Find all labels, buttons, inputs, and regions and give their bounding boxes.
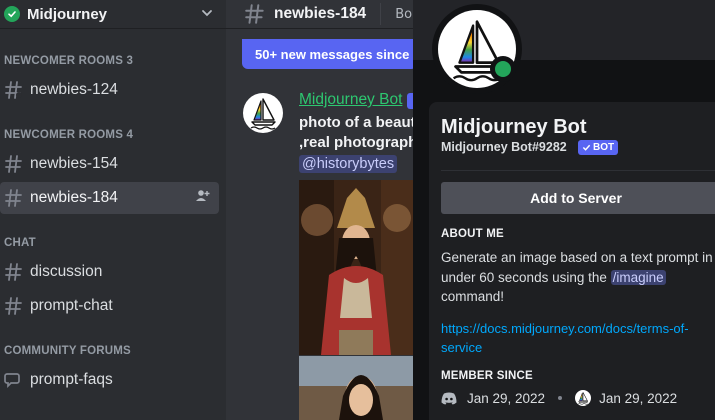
server-member-since: Jan 29, 2022: [599, 390, 678, 406]
thread-hash-icon: [4, 296, 24, 316]
hash-icon: [4, 262, 24, 282]
about-me-heading: ABOUT ME: [441, 228, 504, 240]
discord-logo-icon: [441, 392, 457, 405]
user-mention[interactable]: @historybytes: [299, 155, 398, 173]
sailboat-logo-icon: [243, 93, 283, 133]
thread-hash-icon: [4, 188, 24, 208]
verified-bot-tag: BOT: [578, 140, 619, 155]
profile-divider: [441, 170, 715, 171]
channel-discussion[interactable]: discussion: [0, 256, 219, 288]
channel-title: newbies-184: [274, 5, 367, 22]
sailboat-logo-icon: [575, 390, 591, 406]
online-status-icon: [495, 61, 511, 77]
channel-label: prompt-chat: [30, 297, 113, 314]
category-community-forums[interactable]: COMMUNITY FORUMS: [4, 345, 131, 357]
message-text-line-1: photo of a beaut: [299, 114, 416, 131]
category-newcomer-rooms-4[interactable]: NEWCOMER ROOMS 4: [4, 129, 133, 141]
channel-label: discussion: [30, 263, 103, 280]
category-newcomer-rooms-3[interactable]: NEWCOMER ROOMS 3: [4, 55, 133, 67]
category-chat[interactable]: CHAT: [4, 237, 36, 249]
chevron-down-icon[interactable]: [200, 5, 214, 24]
verified-check-icon: [4, 6, 20, 22]
channel-topic: Bo: [395, 6, 413, 22]
channel-label: newbies-184: [30, 189, 118, 206]
thread-hash-icon: [244, 3, 266, 25]
profile-display-name: Midjourney Bot: [441, 116, 587, 138]
member-since-heading: MEMBER SINCE: [441, 370, 533, 382]
forum-icon: [4, 370, 24, 390]
channel-newbies-154[interactable]: newbies-154: [0, 148, 219, 180]
user-profile-popout: Midjourney Bot Midjourney Bot#9282 BOT A…: [413, 0, 715, 420]
message-avatar[interactable]: [243, 93, 283, 133]
server-icon: [575, 390, 592, 406]
discord-member-since: Jan 29, 2022: [467, 390, 546, 406]
thread-hash-icon: [4, 80, 24, 100]
header-divider: [380, 3, 382, 25]
generated-image-1[interactable]: [299, 180, 414, 355]
channel-prompt-faqs[interactable]: prompt-faqs: [0, 364, 219, 396]
channel-label: newbies-154: [30, 155, 118, 172]
bot-tag-label: BOT: [593, 142, 615, 153]
message-text-line-2: ,real photograph: [299, 134, 418, 151]
channel-newbies-184[interactable]: newbies-184: [0, 182, 219, 214]
channel-sidebar: Midjourney NEWCOMER ROOMS 3 newbies-124 …: [0, 0, 226, 420]
checkmark-icon: [582, 144, 591, 151]
channel-label: prompt-faqs: [30, 371, 113, 388]
imagine-command[interactable]: /imagine: [610, 269, 666, 285]
profile-username: Midjourney Bot#9282: [441, 140, 567, 154]
about-me-text: Generate an image based on a text prompt…: [441, 250, 713, 304]
server-header[interactable]: Midjourney: [0, 0, 226, 29]
message-author[interactable]: Midjourney Bot: [299, 91, 402, 109]
channel-newbies-124[interactable]: newbies-124: [0, 74, 219, 106]
generated-image-2[interactable]: [299, 356, 414, 420]
channel-prompt-chat[interactable]: prompt-chat: [0, 290, 219, 322]
member-since-row: Jan 29, 2022 Jan 29, 2022: [441, 390, 677, 406]
terms-of-service-link[interactable]: https://docs.midjourney.com/docs/terms-o…: [441, 319, 715, 357]
thread-hash-icon: [4, 154, 24, 174]
add-to-server-button[interactable]: Add to Server: [441, 182, 715, 214]
add-member-icon[interactable]: [195, 188, 211, 208]
channel-label: newbies-124: [30, 81, 118, 98]
server-name: Midjourney: [27, 5, 108, 23]
new-messages-bar[interactable]: 50+ new messages since 7:: [242, 39, 417, 69]
